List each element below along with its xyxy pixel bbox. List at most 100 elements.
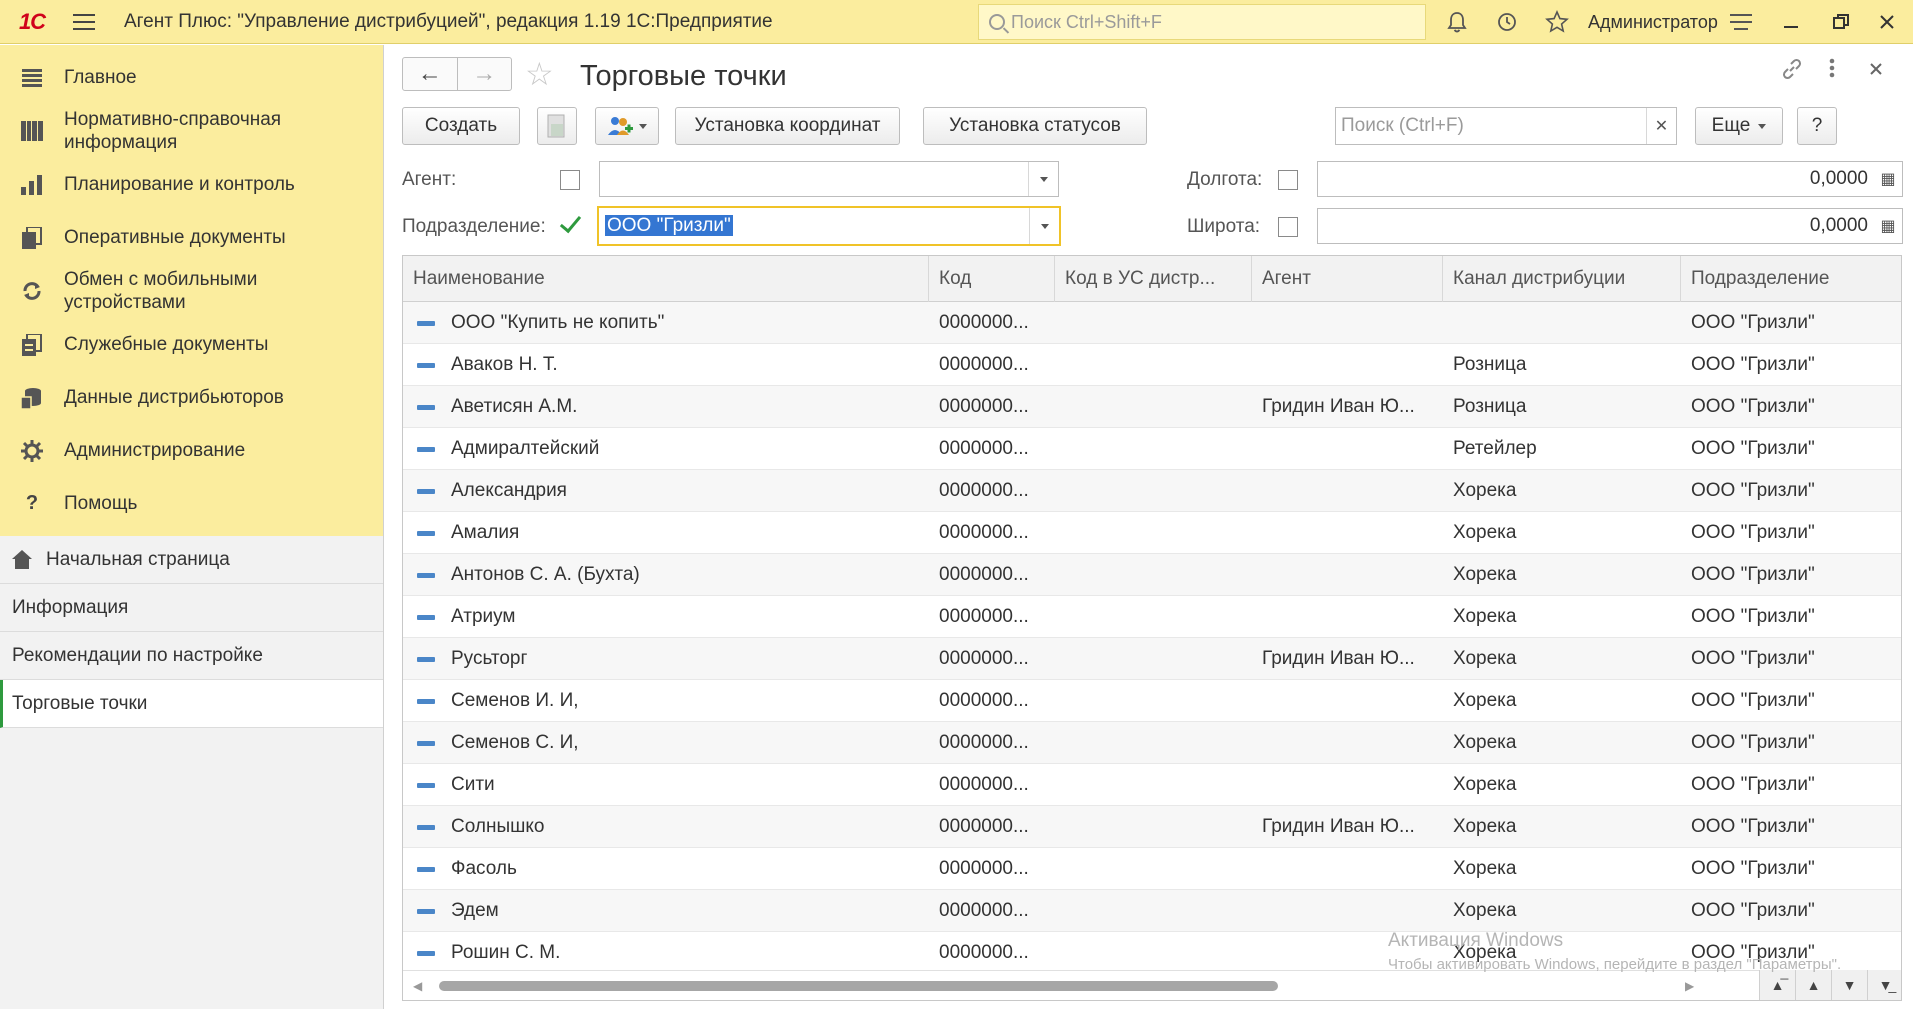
form-search-input[interactable]: Поиск (Ctrl+F) ✕ xyxy=(1335,107,1677,145)
table-row[interactable]: Александрия 0000000... Хорека ООО "Гризли" xyxy=(403,470,1901,512)
latitude-field[interactable]: 0,0000 ▦ xyxy=(1317,208,1903,244)
table-row[interactable]: Семенов С. И, 0000000... Хорека ООО "Гризли… xyxy=(403,722,1901,764)
create-button[interactable]: Создать xyxy=(402,107,520,145)
chevron-down-icon[interactable] xyxy=(1029,208,1059,244)
catalog-item-icon xyxy=(417,530,435,536)
cell-channel: Хорека xyxy=(1443,806,1681,848)
link-icon[interactable] xyxy=(1780,57,1804,87)
agent-field[interactable] xyxy=(599,161,1059,197)
first-page-icon[interactable]: ▲̅ xyxy=(1759,970,1795,1000)
bell-icon[interactable] xyxy=(1440,0,1474,44)
calculator-icon[interactable]: ▦ xyxy=(1874,209,1902,243)
minimize-icon[interactable] xyxy=(1776,0,1806,44)
main-menu-icon[interactable] xyxy=(64,0,104,44)
calculator-icon[interactable]: ▦ xyxy=(1874,162,1902,196)
global-search-input[interactable]: Поиск Ctrl+Shift+F xyxy=(978,4,1426,40)
longitude-filter-checkbox[interactable] xyxy=(1278,170,1298,190)
cell-division-text: ООО "Гризли" xyxy=(1691,522,1815,543)
section-main[interactable]: Главное xyxy=(0,51,383,104)
table-row[interactable]: Адмиралтейский 0000000... Ретейлер ООО "Гри… xyxy=(403,428,1901,470)
table-row[interactable]: Сити 0000000... Хорека ООО "Гризли" xyxy=(403,764,1901,806)
scroll-right-arrow-icon[interactable]: ▶ xyxy=(1685,979,1694,993)
open-window-recommendations[interactable]: Рекомендации по настройке xyxy=(0,632,383,680)
more-actions-icon[interactable] xyxy=(1829,57,1835,85)
table-row[interactable]: Фасоль 0000000... Хорека ООО "Гризли" xyxy=(403,848,1901,890)
add-to-favorites-star-icon[interactable]: ☆ xyxy=(525,57,554,91)
table-row[interactable]: ООО "Купить не копить" 0000000... ООО "Гри… xyxy=(403,302,1901,344)
table-row[interactable]: Амалия 0000000... Хорека ООО "Гризли" xyxy=(403,512,1901,554)
section-catalogs[interactable]: Нормативно-справочная информация xyxy=(0,104,383,158)
restore-icon[interactable] xyxy=(1826,0,1856,44)
table-row[interactable]: Русьторг 0000000... Гридин Иван Ю... Хорека… xyxy=(403,638,1901,680)
cell-code: 0000000... xyxy=(929,554,1055,596)
cell-channel-text: Розница xyxy=(1453,354,1527,375)
cell-channel: Хорека xyxy=(1443,848,1681,890)
column-header-distributor-code[interactable]: Код в УС дистр... xyxy=(1055,256,1252,302)
open-window-label: Торговые точки xyxy=(12,692,148,714)
user-name[interactable]: Администратор xyxy=(1588,0,1718,44)
users-dropdown-button[interactable] xyxy=(595,107,659,145)
column-header-name[interactable]: Наименование xyxy=(403,256,929,302)
table-row[interactable]: Атриум 0000000... Хорека ООО "Гризли" xyxy=(403,596,1901,638)
more-button[interactable]: Еще xyxy=(1695,107,1783,145)
catalog-item-icon xyxy=(417,866,435,872)
scrollbar-thumb[interactable] xyxy=(439,981,1278,991)
cell-division: ООО "Гризли" xyxy=(1681,596,1901,638)
section-distributor-data[interactable]: Данные дистрибьюторов xyxy=(0,371,383,424)
set-coordinates-button[interactable]: Установка координат xyxy=(675,107,900,145)
cell-division: ООО "Гризли" xyxy=(1681,554,1901,596)
back-arrow-icon[interactable]: ← xyxy=(403,58,458,90)
longitude-field[interactable]: 0,0000 ▦ xyxy=(1317,161,1903,197)
cell-distributor-code xyxy=(1055,806,1252,848)
column-header-agent[interactable]: Агент xyxy=(1252,256,1443,302)
set-statuses-button[interactable]: Установка статусов xyxy=(923,107,1147,145)
column-header-channel[interactable]: Канал дистрибуции xyxy=(1443,256,1681,302)
cell-division: ООО "Гризли" xyxy=(1681,512,1901,554)
section-administration[interactable]: Администрирование xyxy=(0,424,383,477)
cell-code: 0000000... xyxy=(929,848,1055,890)
latitude-filter-checkbox[interactable] xyxy=(1278,217,1298,237)
column-header-division[interactable]: Подразделение xyxy=(1681,256,1901,302)
next-page-icon[interactable]: ▼ xyxy=(1831,970,1867,1000)
table-row[interactable]: Семенов И. И, 0000000... Хорека ООО "Гризли… xyxy=(403,680,1901,722)
table-row[interactable]: Аветисян А.М. 0000000... Гридин Иван Ю... Р… xyxy=(403,386,1901,428)
section-service-docs[interactable]: Служебные документы xyxy=(0,318,383,371)
cell-channel-text: Хорека xyxy=(1453,858,1517,879)
table-row[interactable]: Эдем 0000000... Хорека ООО "Гризли" xyxy=(403,890,1901,932)
1c-logo[interactable]: 1С xyxy=(0,0,64,44)
section-operational-docs[interactable]: Оперативные документы xyxy=(0,211,383,264)
column-header-code[interactable]: Код xyxy=(929,256,1055,302)
scroll-left-arrow-icon[interactable]: ◀ xyxy=(413,979,422,993)
close-form-icon[interactable] xyxy=(1867,57,1885,85)
history-icon[interactable] xyxy=(1490,0,1524,44)
post-document-button[interactable] xyxy=(537,107,577,145)
section-help[interactable]: ? Помощь xyxy=(0,477,383,530)
table-row[interactable]: Солнышко 0000000... Гридин Иван Ю... Хорека… xyxy=(403,806,1901,848)
cell-agent: Гридин Иван Ю... xyxy=(1252,638,1443,680)
division-filter-checkbox[interactable] xyxy=(560,216,580,236)
cell-code-text: 0000000... xyxy=(939,690,1029,711)
section-mobile-exchange[interactable]: Обмен с мобильными устройствами xyxy=(0,264,383,318)
horizontal-scrollbar[interactable]: ◀ ▶ ▲̅ ▲ ▼ ▼̲ xyxy=(403,970,1901,1000)
prev-page-icon[interactable]: ▲ xyxy=(1795,970,1831,1000)
section-planning[interactable]: Планирование и контроль xyxy=(0,158,383,211)
table-row[interactable]: Аваков Н. Т. 0000000... Розница ООО "Гризли… xyxy=(403,344,1901,386)
agent-filter-checkbox[interactable] xyxy=(560,170,580,190)
help-button[interactable]: ? xyxy=(1797,107,1837,145)
open-window-info[interactable]: Информация xyxy=(0,584,383,632)
last-page-icon[interactable]: ▼̲ xyxy=(1867,970,1901,1000)
forward-arrow-icon[interactable]: → xyxy=(458,58,512,90)
chevron-down-icon[interactable] xyxy=(1028,162,1058,196)
division-field[interactable]: ООО "Гризли" xyxy=(597,206,1061,246)
section-label: Нормативно-справочная информация xyxy=(64,109,282,153)
close-app-icon[interactable] xyxy=(1872,0,1902,44)
cell-division-text: ООО "Гризли" xyxy=(1691,774,1815,795)
cell-name: Семенов С. И, xyxy=(403,722,929,764)
open-window-trade-points[interactable]: Торговые точки xyxy=(0,680,383,728)
settings-lines-icon[interactable] xyxy=(1726,0,1756,44)
favorites-star-icon[interactable] xyxy=(1540,0,1574,44)
clear-search-icon[interactable]: ✕ xyxy=(1646,108,1676,144)
table-row[interactable]: Антонов С. А. (Бухта) 0000000... Хорека ООО… xyxy=(403,554,1901,596)
open-window-home[interactable]: Начальная страница xyxy=(0,536,383,584)
cell-channel-text: Хорека xyxy=(1453,690,1517,711)
